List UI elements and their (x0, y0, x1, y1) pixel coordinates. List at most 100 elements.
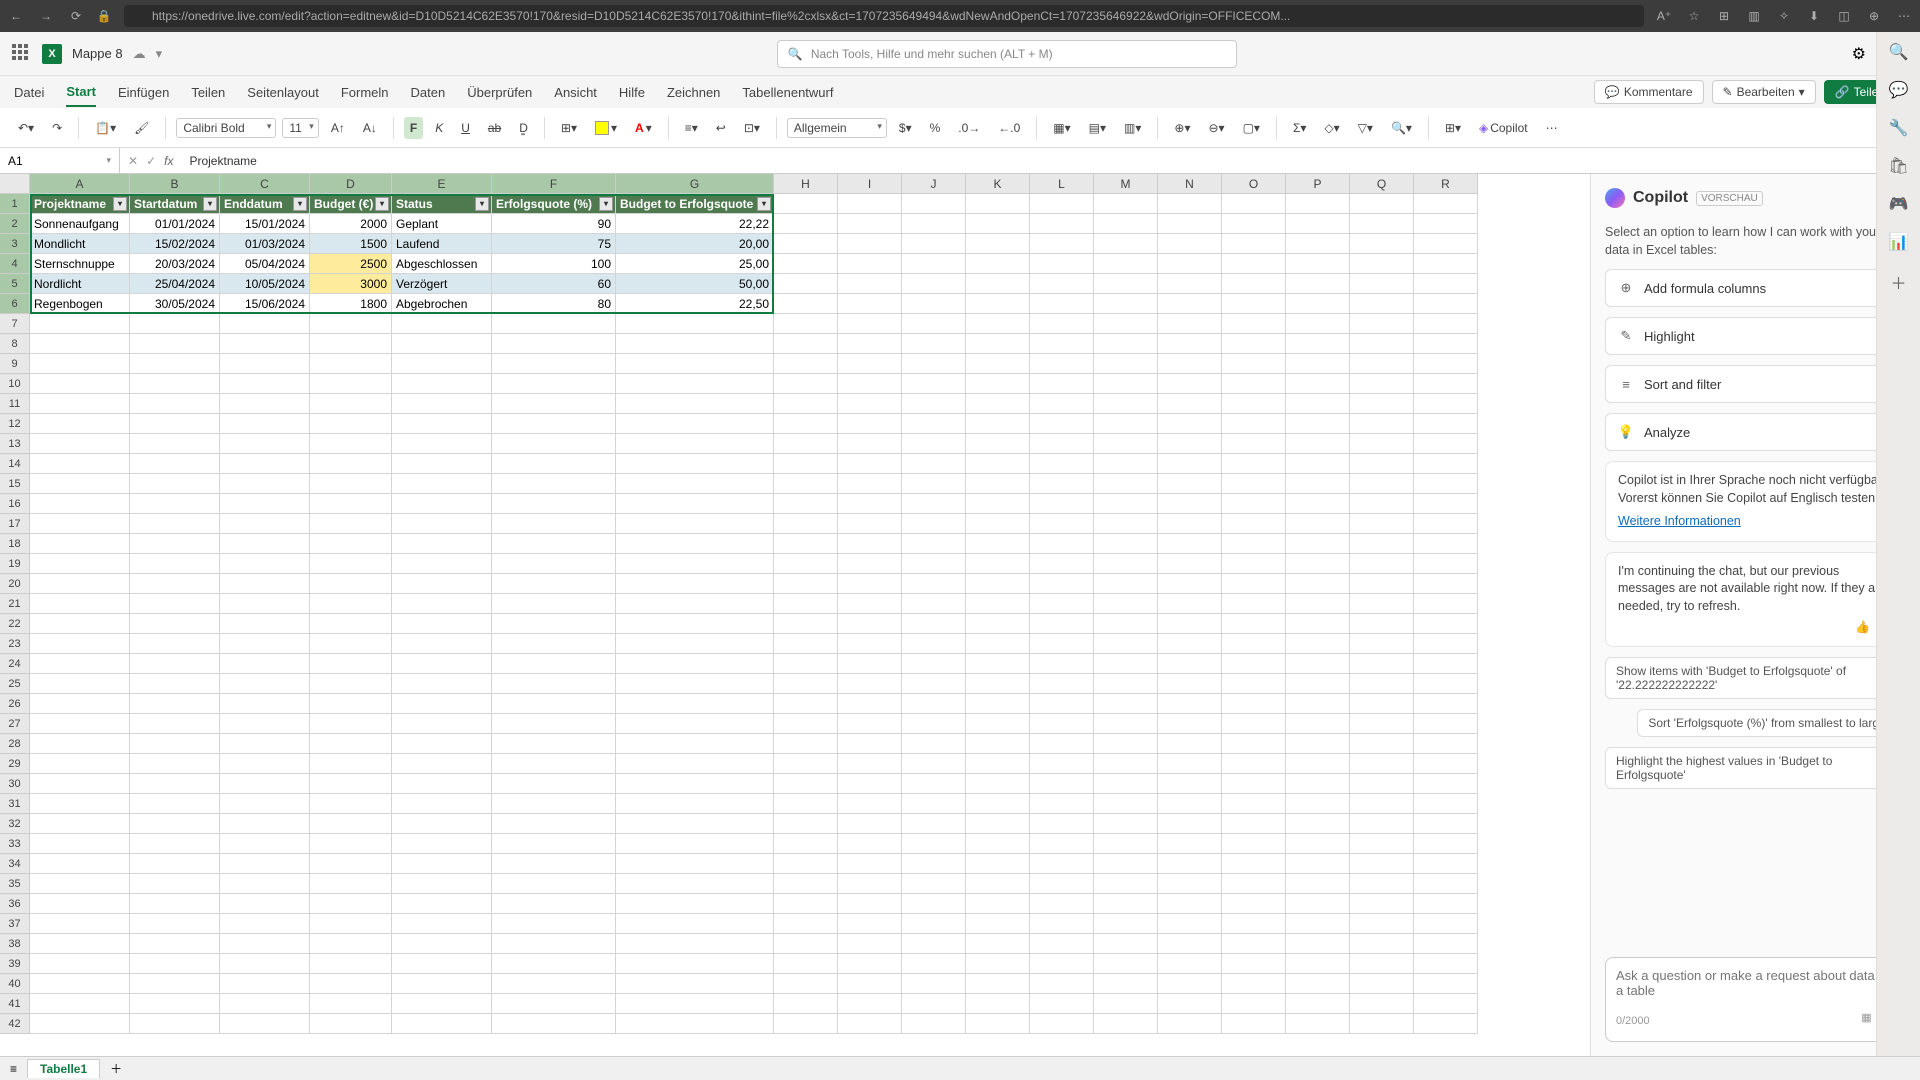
empty-cell[interactable] (616, 1014, 774, 1034)
empty-cell[interactable] (1094, 554, 1158, 574)
suggestion-sort[interactable]: Sort 'Erfolgsquote (%)' from smallest to… (1637, 709, 1906, 737)
align-button[interactable]: ≡▾ (679, 117, 704, 139)
table-header-cell[interactable]: Status▾ (392, 194, 492, 214)
empty-cell[interactable] (1222, 374, 1286, 394)
empty-cell[interactable] (1094, 394, 1158, 414)
empty-cell[interactable] (220, 754, 310, 774)
empty-cell[interactable] (838, 914, 902, 934)
empty-cell[interactable] (1030, 894, 1094, 914)
empty-cell[interactable] (220, 514, 310, 534)
empty-cell[interactable] (1350, 374, 1414, 394)
empty-cell[interactable] (774, 194, 838, 214)
empty-cell[interactable] (310, 374, 392, 394)
empty-cell[interactable] (1414, 374, 1478, 394)
empty-cell[interactable] (774, 974, 838, 994)
cell-projektname[interactable]: Nordlicht (30, 274, 130, 294)
cell-budget[interactable]: 3000 (310, 274, 392, 294)
empty-cell[interactable] (130, 734, 220, 754)
empty-cell[interactable] (774, 374, 838, 394)
empty-cell[interactable] (492, 354, 616, 374)
empty-cell[interactable] (966, 374, 1030, 394)
empty-cell[interactable] (310, 854, 392, 874)
empty-cell[interactable] (1414, 454, 1478, 474)
format-painter-button[interactable]: 🖌 (128, 117, 155, 139)
column-header[interactable]: M (1094, 174, 1158, 194)
filter-dropdown-icon[interactable]: ▾ (475, 197, 489, 211)
empty-cell[interactable] (130, 394, 220, 414)
add-sheet-button[interactable]: ＋ (110, 1060, 122, 1077)
empty-cell[interactable] (310, 634, 392, 654)
empty-cell[interactable] (1286, 774, 1350, 794)
empty-cell[interactable] (310, 734, 392, 754)
empty-cell[interactable] (1350, 214, 1414, 234)
editing-mode-button[interactable]: ✎ Bearbeiten ▾ (1712, 80, 1816, 104)
filter-dropdown-icon[interactable]: ▾ (599, 197, 613, 211)
empty-cell[interactable] (1222, 774, 1286, 794)
empty-cell[interactable] (492, 894, 616, 914)
empty-cell[interactable] (902, 994, 966, 1014)
empty-cell[interactable] (392, 974, 492, 994)
empty-cell[interactable] (30, 354, 130, 374)
empty-cell[interactable] (966, 454, 1030, 474)
empty-cell[interactable] (1094, 294, 1158, 314)
empty-cell[interactable] (130, 594, 220, 614)
cell-projektname[interactable]: Sonnenaufgang (30, 214, 130, 234)
back-icon[interactable]: ← (8, 8, 24, 24)
empty-cell[interactable] (1030, 694, 1094, 714)
empty-cell[interactable] (492, 1014, 616, 1034)
empty-cell[interactable] (1350, 914, 1414, 934)
empty-cell[interactable] (1350, 974, 1414, 994)
empty-cell[interactable] (492, 954, 616, 974)
empty-cell[interactable] (838, 314, 902, 334)
empty-cell[interactable] (1414, 714, 1478, 734)
empty-cell[interactable] (966, 594, 1030, 614)
tab-einfuegen[interactable]: Einfügen (118, 79, 169, 106)
cell-erfolgsquote[interactable]: 60 (492, 274, 616, 294)
empty-cell[interactable] (130, 714, 220, 734)
cell-startdatum[interactable]: 20/03/2024 (130, 254, 220, 274)
cell-startdatum[interactable]: 15/02/2024 (130, 234, 220, 254)
empty-cell[interactable] (1350, 674, 1414, 694)
empty-cell[interactable] (130, 634, 220, 654)
empty-cell[interactable] (1158, 194, 1222, 214)
empty-cell[interactable] (966, 954, 1030, 974)
empty-cell[interactable] (616, 614, 774, 634)
column-header[interactable]: G (616, 174, 774, 194)
empty-cell[interactable] (1030, 754, 1094, 774)
empty-cell[interactable] (1222, 454, 1286, 474)
empty-cell[interactable] (1094, 754, 1158, 774)
empty-cell[interactable] (966, 394, 1030, 414)
empty-cell[interactable] (30, 894, 130, 914)
empty-cell[interactable] (310, 574, 392, 594)
empty-cell[interactable] (1030, 574, 1094, 594)
read-aloud-icon[interactable]: A⁺ (1656, 8, 1672, 24)
empty-cell[interactable] (1414, 354, 1478, 374)
empty-cell[interactable] (966, 814, 1030, 834)
empty-cell[interactable] (616, 394, 774, 414)
empty-cell[interactable] (838, 514, 902, 534)
empty-cell[interactable] (902, 654, 966, 674)
empty-cell[interactable] (616, 334, 774, 354)
empty-cell[interactable] (1094, 1014, 1158, 1034)
empty-cell[interactable] (1286, 534, 1350, 554)
empty-cell[interactable] (1414, 794, 1478, 814)
tab-ueberpruefen[interactable]: Überprüfen (467, 79, 532, 106)
copilot-input[interactable] (1616, 968, 1895, 1002)
empty-cell[interactable] (220, 954, 310, 974)
decrease-font-button[interactable]: A↓ (357, 117, 383, 139)
empty-cell[interactable] (1030, 774, 1094, 794)
empty-cell[interactable] (1414, 634, 1478, 654)
empty-cell[interactable] (966, 994, 1030, 1014)
option-analyze[interactable]: 💡Analyze (1605, 413, 1906, 451)
empty-cell[interactable] (1286, 734, 1350, 754)
empty-cell[interactable] (1350, 654, 1414, 674)
empty-cell[interactable] (1414, 834, 1478, 854)
empty-cell[interactable] (220, 994, 310, 1014)
empty-cell[interactable] (130, 454, 220, 474)
empty-cell[interactable] (130, 834, 220, 854)
column-header[interactable]: H (774, 174, 838, 194)
empty-cell[interactable] (1222, 554, 1286, 574)
empty-cell[interactable] (616, 774, 774, 794)
empty-cell[interactable] (838, 434, 902, 454)
empty-cell[interactable] (1222, 654, 1286, 674)
